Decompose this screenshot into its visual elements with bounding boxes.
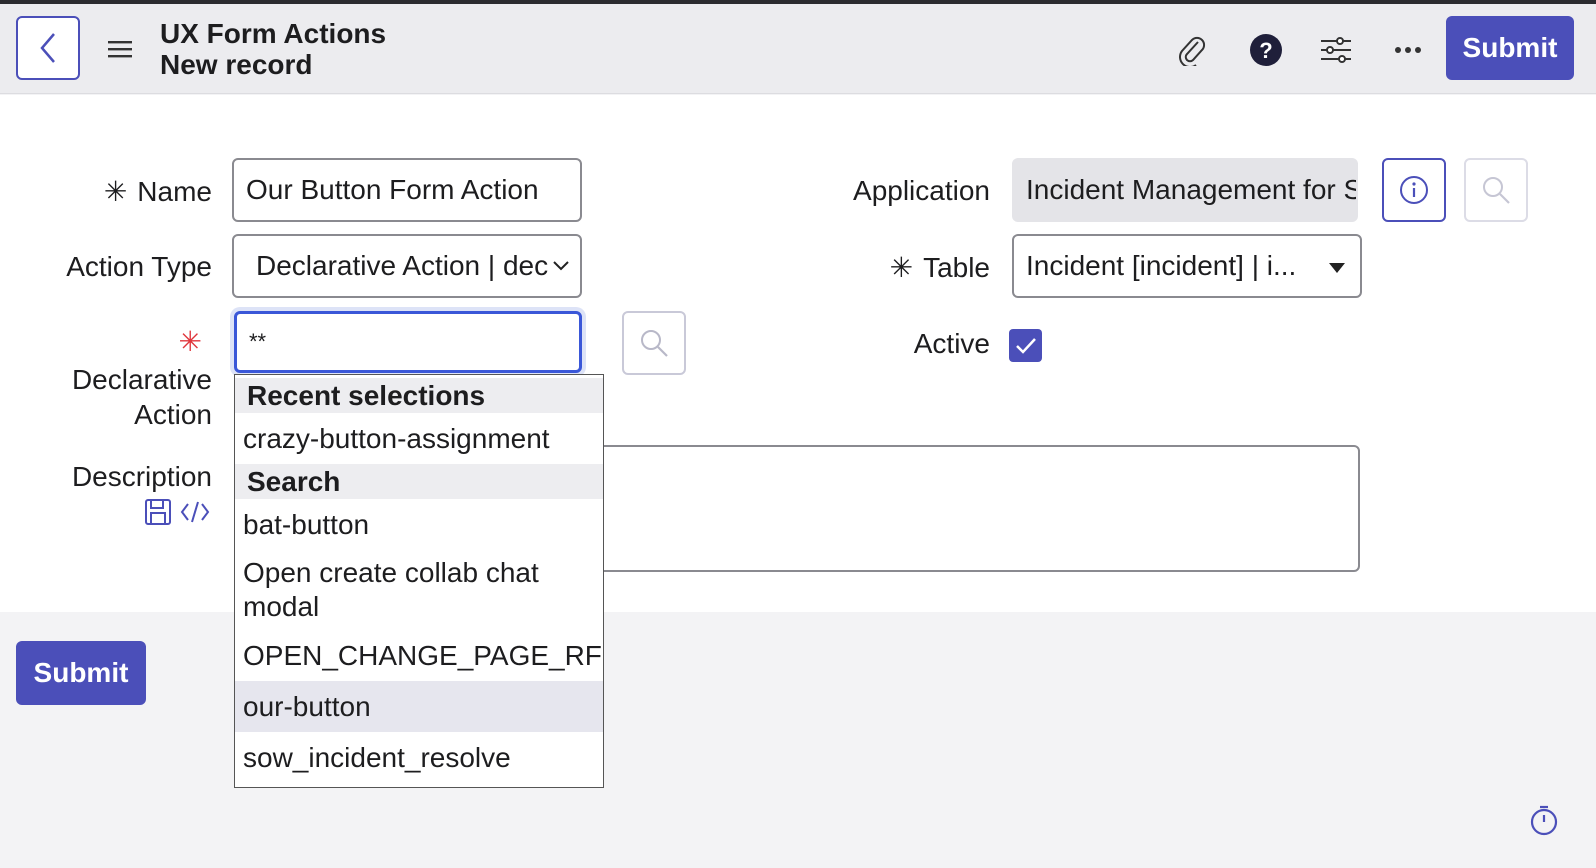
- required-icon-red: ✳: [178, 326, 202, 357]
- search-icon: [1483, 177, 1510, 204]
- paperclip-icon: [1179, 36, 1206, 66]
- page-title: UX Form Actions New record: [160, 18, 386, 80]
- stopwatch-icon[interactable]: [1528, 804, 1560, 836]
- description-textarea[interactable]: [590, 445, 1360, 572]
- code-icon[interactable]: [180, 500, 210, 524]
- declarative-action-lookup-button[interactable]: [622, 311, 686, 375]
- required-icon: ✳: [889, 252, 914, 283]
- submit-button-footer[interactable]: Submit: [16, 641, 146, 705]
- attachment-button[interactable]: [1174, 32, 1210, 68]
- application-label: Application: [853, 175, 990, 206]
- record-table-title: UX Form Actions: [160, 18, 387, 49]
- submit-button-header[interactable]: Submit: [1446, 16, 1574, 80]
- application-lookup-button[interactable]: [1464, 158, 1528, 222]
- dropdown-option-highlighted[interactable]: our-button: [235, 681, 603, 732]
- record-subtitle: New record: [160, 49, 313, 80]
- required-icon: ✳: [103, 176, 128, 207]
- form-settings-button[interactable]: [1318, 32, 1354, 68]
- application-info-button[interactable]: [1382, 158, 1446, 222]
- more-options-button[interactable]: [1390, 32, 1426, 68]
- dropdown-option[interactable]: OPEN_CHANGE_PAGE_RFC: [235, 630, 603, 681]
- description-label: Description: [71, 461, 212, 492]
- back-icon: [40, 33, 55, 63]
- search-results-header: Search: [235, 464, 603, 499]
- name-field[interactable]: Our Button Form Action: [232, 158, 582, 222]
- declarative-action-label: Declarative Action: [71, 364, 212, 430]
- dropdown-option[interactable]: bat-button: [235, 499, 603, 550]
- application-field: Incident Management for S: [1012, 158, 1358, 222]
- declarative-action-dropdown: Recent selections crazy-button-assignmen…: [234, 374, 604, 788]
- dropdown-option[interactable]: crazy-button-assignment: [235, 413, 603, 464]
- action-type-select[interactable]: Declarative Action | dec: [232, 234, 582, 298]
- chevron-down-icon: [553, 261, 569, 271]
- table-select[interactable]: Incident [incident] | i...: [1012, 234, 1362, 298]
- checkmark-icon: [1015, 337, 1036, 354]
- dropdown-option[interactable]: Open create collab chat modal: [235, 550, 603, 630]
- menu-icon[interactable]: [108, 40, 132, 58]
- caret-down-icon: [1329, 263, 1345, 273]
- dropdown-option[interactable]: sow_incident_resolve: [235, 732, 603, 783]
- table-label: ✳ Table: [889, 252, 990, 283]
- form-header: UX Form Actions New record ? Submit: [0, 4, 1596, 94]
- name-label: ✳ Name: [103, 176, 212, 207]
- info-icon: [1400, 176, 1428, 204]
- search-icon: [641, 330, 668, 357]
- save-icon[interactable]: [144, 498, 172, 526]
- active-label: Active: [913, 328, 990, 359]
- active-checkbox[interactable]: [1009, 329, 1042, 362]
- more-icon: [1395, 47, 1421, 53]
- declarative-action-input[interactable]: **: [234, 311, 582, 373]
- action-type-label: Action Type: [66, 251, 212, 282]
- sliders-icon: [1321, 37, 1351, 63]
- help-icon: ?: [1250, 34, 1282, 66]
- recent-selections-header: Recent selections: [235, 378, 603, 413]
- help-button[interactable]: ?: [1248, 32, 1284, 68]
- svg-text:?: ?: [1259, 38, 1272, 63]
- back-button[interactable]: [16, 16, 80, 80]
